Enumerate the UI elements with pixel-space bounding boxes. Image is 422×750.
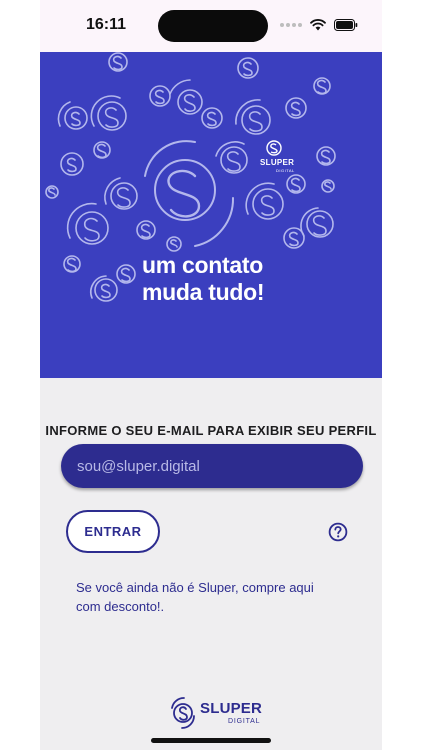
battery-icon (334, 19, 358, 31)
status-bar: 16:11 (40, 0, 382, 52)
hero-sluper-badge (266, 140, 282, 156)
question-circle-icon[interactable] (328, 522, 348, 542)
promo-link[interactable]: Se você ainda não é Sluper, compre aqui … (76, 578, 336, 616)
app-screen: 16:11 SLUPER DIGITAL um contato muda tud… (40, 0, 382, 750)
footer-brand-sub: DIGITAL (228, 718, 261, 725)
status-time: 16:11 (86, 16, 127, 33)
sluper-logo-icon (171, 697, 195, 729)
footer-brand: SLUPER (200, 700, 263, 717)
enter-button-label: ENTRAR (84, 524, 142, 539)
tagline-line-2: muda tudo! (142, 279, 265, 305)
signal-icon (280, 23, 302, 27)
home-indicator (151, 738, 271, 743)
footer-logo: SLUPER DIGITAL (168, 696, 262, 730)
hero-badge-brand: SLUPER (260, 158, 295, 167)
email-prompt-label: INFORME O SEU E-MAIL PARA EXIBIR SEU PER… (45, 423, 377, 438)
status-icons (280, 19, 358, 31)
email-field[interactable] (61, 444, 363, 488)
dynamic-island (158, 10, 268, 42)
email-input[interactable] (75, 456, 363, 476)
tagline-line-1: um contato (142, 252, 263, 278)
hero-banner: SLUPER DIGITAL um contato muda tudo! (40, 52, 382, 378)
sluper-pattern-illustration (45, 52, 336, 302)
enter-button[interactable]: ENTRAR (66, 510, 160, 553)
wifi-icon (310, 19, 326, 31)
hero-tagline: um contato muda tudo! (142, 252, 265, 306)
hero-badge-sub: DIGITAL (276, 168, 295, 173)
